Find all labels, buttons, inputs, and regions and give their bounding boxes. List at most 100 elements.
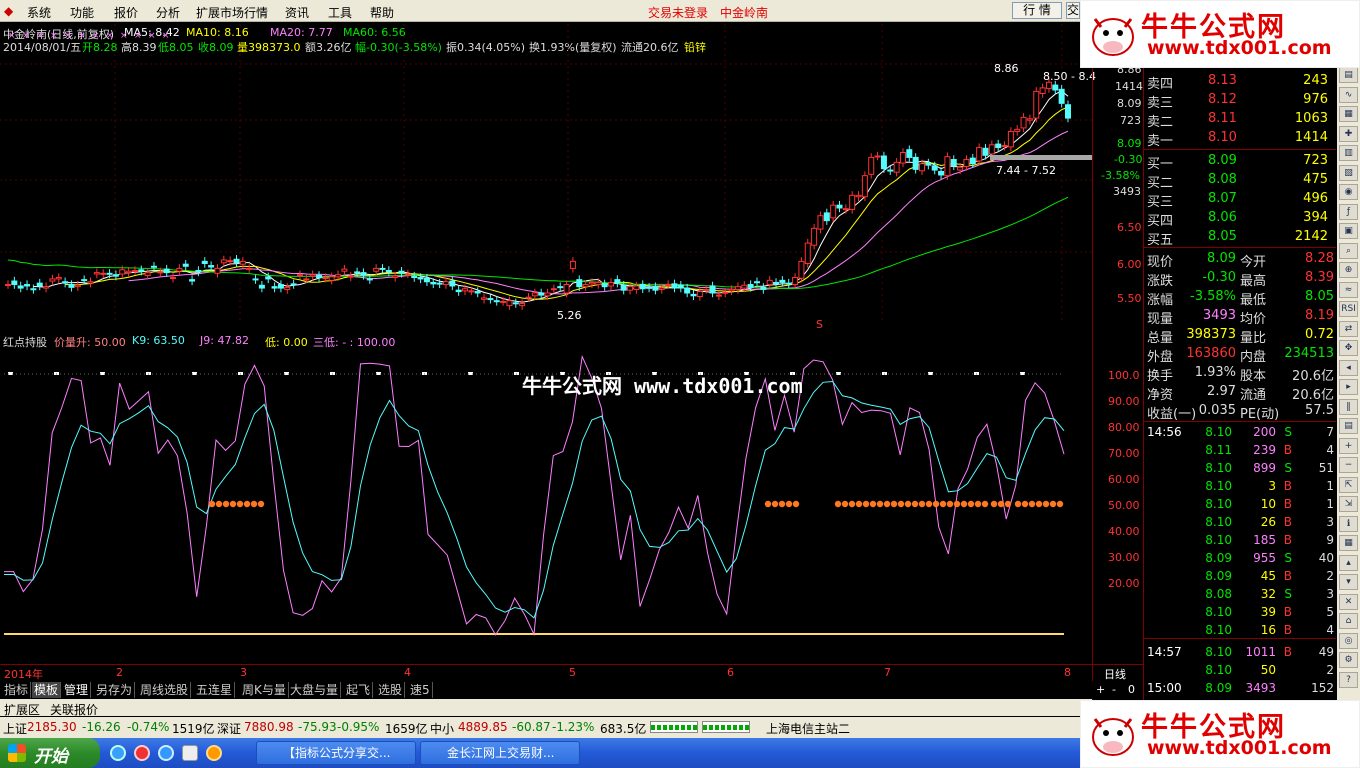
zoom-in-button[interactable]: +	[1096, 683, 1105, 696]
tick-row: 8.08 32 S 3	[1144, 586, 1336, 604]
tick-cell: 8.10	[1205, 623, 1232, 637]
start-button[interactable]: 开始	[0, 738, 100, 768]
toolbar-arrow-right-icon[interactable]: ▸	[1339, 379, 1358, 395]
toolbar-info-icon[interactable]: ℹ	[1339, 515, 1358, 532]
ask-row-cell: 卖一	[1147, 134, 1174, 149]
toolbar-shrink-icon[interactable]: ⇲	[1339, 496, 1358, 512]
candle	[1052, 84, 1059, 91]
toolbar-table-icon[interactable]: ▧	[1339, 164, 1358, 181]
candle	[423, 277, 430, 283]
toolbar-zoom-icon[interactable]: ⊕	[1339, 262, 1358, 278]
tick-cell: 8.10	[1205, 461, 1232, 475]
period-selector[interactable]: 日线	[1104, 666, 1126, 682]
formula-tab[interactable]: 速5	[408, 682, 433, 698]
candle	[277, 284, 284, 289]
hold-signal-dot	[939, 500, 947, 508]
menu-function[interactable]: 功能	[70, 4, 94, 21]
toolbar-gear-icon[interactable]: ⚙	[1339, 652, 1358, 668]
quicklaunch-ie2-icon[interactable]	[158, 745, 174, 761]
candle	[519, 303, 526, 307]
toolbar-calc-icon[interactable]: ▤	[1339, 418, 1358, 434]
toolbar-trend-icon[interactable]: ∿	[1339, 86, 1358, 103]
toolbar-chart-icon[interactable]: ▤	[1339, 67, 1358, 83]
dock-button-2[interactable]: 交	[1066, 2, 1080, 19]
formula-tab[interactable]: 另存为	[94, 682, 136, 698]
toolbar-minus-icon[interactable]: −	[1339, 457, 1358, 473]
tick-cell: 3493	[1245, 681, 1276, 695]
toolbar-arrow-left-icon[interactable]: ◂	[1339, 359, 1358, 376]
menu-ext-market[interactable]: 扩展市场行情	[196, 4, 268, 21]
candle	[328, 276, 335, 281]
tick-cell: S	[1284, 461, 1292, 475]
zoom-reset-button[interactable]: 0	[1128, 683, 1135, 696]
ind-axis-30: 30.00	[1108, 551, 1140, 564]
formula-tab[interactable]: 周线选股	[138, 682, 192, 698]
x-axis-month-7: 7	[884, 666, 891, 679]
formula-tab[interactable]: 选股	[376, 682, 406, 698]
candle	[1039, 87, 1046, 94]
toolbar-cross-icon[interactable]: ✚	[1339, 125, 1358, 142]
candle	[379, 267, 386, 270]
show-desktop-icon[interactable]	[182, 745, 198, 761]
candle	[481, 297, 488, 300]
toolbar-pause-icon[interactable]: ‖	[1339, 398, 1358, 415]
ie-icon[interactable]	[110, 745, 126, 761]
formula-tab[interactable]: 指标	[2, 682, 32, 698]
candle	[309, 274, 316, 277]
toolbar-swap-icon[interactable]: ⇄	[1339, 320, 1358, 337]
menu-info[interactable]: 资讯	[285, 4, 309, 21]
toolbar-arrow-down2-icon[interactable]: ▾	[1339, 574, 1358, 590]
formula-tab[interactable]: 大盘与量	[288, 682, 342, 698]
login-status[interactable]: 交易未登录	[648, 4, 708, 21]
candle	[290, 283, 297, 286]
candlestick-chart[interactable]: × × × × × × × × × × × ×	[0, 24, 1092, 324]
ad-banner-top[interactable]: 牛牛公式网 www.tdx001.com	[1080, 0, 1360, 68]
menu-analysis[interactable]: 分析	[156, 4, 180, 21]
toolbar-book-icon[interactable]: ▣	[1339, 223, 1358, 239]
ext-area-tab[interactable]: 扩展区	[4, 701, 40, 718]
menu-help[interactable]: 帮助	[370, 4, 394, 21]
toolbar-arrow-up-icon[interactable]: ▴	[1339, 554, 1358, 571]
server-name[interactable]: 上海电信主站二	[766, 720, 850, 737]
formula-tab[interactable]: 周K与量	[240, 682, 289, 698]
toolbar-wave-icon[interactable]: ≈	[1339, 281, 1358, 298]
ask-row: 卖三 8.12 976	[1144, 91, 1336, 111]
taskbar-item-trading[interactable]: 金长江网上交易财...	[420, 741, 580, 765]
toolbar-search-icon[interactable]: ⌕	[1339, 242, 1358, 259]
zoom-out-button[interactable]: -	[1112, 683, 1116, 696]
ad-banner-bottom[interactable]: 牛牛公式网 www.tdx001.com	[1080, 700, 1360, 768]
formula-tab[interactable]: 起飞	[344, 682, 374, 698]
tick-cell: B	[1283, 623, 1292, 637]
formula-tab[interactable]: 模板	[32, 682, 62, 698]
sh-index-value: 2185.30	[27, 720, 77, 734]
toolbar-help-icon[interactable]: ?	[1339, 671, 1358, 688]
linked-quote-tab[interactable]: 关联报价	[50, 701, 98, 718]
toolbar-lock-icon[interactable]: ⌂	[1339, 613, 1358, 629]
tick-cell: 15:00	[1147, 681, 1182, 695]
menu-quote[interactable]: 报价	[114, 4, 138, 21]
quote-dock-button[interactable]: 行 情	[1012, 2, 1062, 19]
candle	[411, 275, 418, 279]
toolbar-grid-icon[interactable]: ▦	[1339, 106, 1358, 122]
toolbar-formula-icon[interactable]: ƒ	[1339, 203, 1358, 220]
quicklaunch-app-icon[interactable]	[134, 745, 150, 761]
toolbar-expand-icon[interactable]: ⇱	[1339, 476, 1358, 493]
tick-row: 14:57 8.10 1011 B 49	[1144, 644, 1336, 662]
quicklaunch-app2-icon[interactable]	[206, 745, 222, 761]
taskbar-item-forum[interactable]: 【指标公式分享交...	[256, 741, 416, 765]
toolbar-bars-icon[interactable]: ▥	[1339, 145, 1358, 161]
toolbar-x-icon[interactable]: ✕	[1339, 593, 1358, 610]
candle	[303, 278, 310, 281]
toolbar-plus-icon[interactable]: +	[1339, 437, 1358, 454]
formula-tab[interactable]: 五连星	[194, 682, 236, 698]
toolbar-rsi-icon[interactable]: RSI	[1339, 301, 1358, 317]
menu-system[interactable]: 系统	[27, 4, 51, 21]
toolbar-grid2-icon[interactable]: ▦	[1339, 535, 1358, 551]
formula-tab[interactable]: 管理	[62, 682, 92, 698]
toolbar-eye-icon[interactable]: ◎	[1339, 632, 1358, 649]
candle	[182, 263, 189, 267]
menu-tools[interactable]: 工具	[328, 4, 352, 21]
candle	[646, 286, 653, 289]
toolbar-mark-icon[interactable]: ◉	[1339, 184, 1358, 200]
toolbar-move-icon[interactable]: ✥	[1339, 340, 1358, 356]
